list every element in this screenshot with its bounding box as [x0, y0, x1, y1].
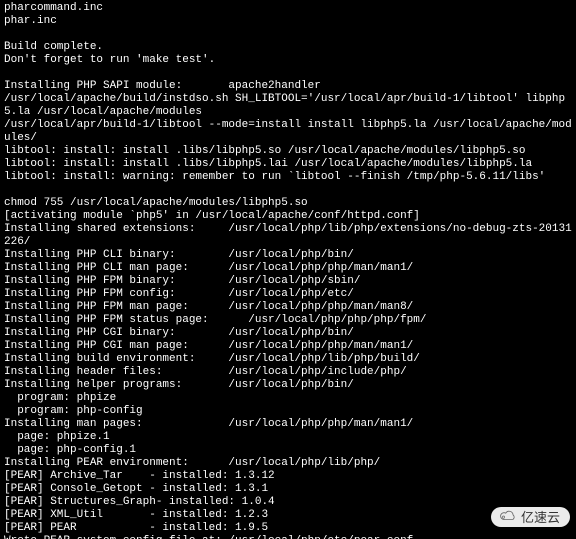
output-line: program: php-config — [4, 405, 143, 417]
watermark-badge: 亿速云 — [491, 507, 570, 527]
output-line: Installing man pages: /usr/local/php/php… — [4, 418, 413, 430]
output-line: [activating module `php5' in /usr/local/… — [4, 210, 420, 222]
output-line: [PEAR] XML_Util - installed: 1.2.3 — [4, 509, 268, 521]
output-line: Don't forget to run 'make test'. — [4, 54, 215, 66]
terminal-output[interactable]: pharcommand.inc phar.inc Build complete.… — [0, 0, 576, 539]
output-line: pharcommand.inc — [4, 2, 103, 14]
output-line: libtool: install: install .libs/libphp5.… — [4, 158, 532, 170]
output-line: Installing PHP CGI man page: /usr/local/… — [4, 340, 413, 352]
output-line: libtool: install: install .libs/libphp5.… — [4, 145, 526, 157]
output-line: Installing shared extensions: /usr/local… — [4, 223, 572, 248]
output-line: /usr/local/apr/build-1/libtool --mode=in… — [4, 119, 572, 144]
output-line: Installing build environment: /usr/local… — [4, 353, 420, 365]
output-line: Installing PHP FPM status page: /usr/loc… — [4, 314, 426, 326]
watermark-text: 亿速云 — [521, 511, 560, 524]
output-line: Installing PHP CLI man page: /usr/local/… — [4, 262, 413, 274]
output-line: [PEAR] PEAR - installed: 1.9.5 — [4, 522, 268, 534]
output-line: Installing PHP FPM config: /usr/local/ph… — [4, 288, 354, 300]
output-line: Wrote PEAR system config file at: /usr/l… — [4, 535, 413, 539]
output-line: Installing PHP CGI binary: /usr/local/ph… — [4, 327, 354, 339]
output-line: Build complete. — [4, 41, 103, 53]
output-line: Installing helper programs: /usr/local/p… — [4, 379, 354, 391]
output-line: page: php-config.1 — [4, 444, 136, 456]
output-line: libtool: install: warning: remember to r… — [4, 171, 545, 183]
output-line: /usr/local/apache/build/instdso.sh SH_LI… — [4, 93, 565, 118]
output-line: Installing PEAR environment: /usr/local/… — [4, 457, 380, 469]
output-line: program: phpize — [4, 392, 116, 404]
output-line: Installing PHP CLI binary: /usr/local/ph… — [4, 249, 354, 261]
output-line: Installing header files: /usr/local/php/… — [4, 366, 407, 378]
output-line: chmod 755 /usr/local/apache/modules/libp… — [4, 197, 308, 209]
output-line: Installing PHP FPM binary: /usr/local/ph… — [4, 275, 360, 287]
output-line: phar.inc — [4, 15, 57, 27]
output-line: [PEAR] Archive_Tar - installed: 1.3.12 — [4, 470, 275, 482]
output-line: Installing PHP FPM man page: /usr/local/… — [4, 301, 413, 313]
cloud-icon — [499, 510, 517, 524]
output-line: Installing PHP SAPI module: apache2handl… — [4, 80, 321, 92]
output-line: [PEAR] Console_Getopt - installed: 1.3.1 — [4, 483, 268, 495]
output-line: [PEAR] Structures_Graph- installed: 1.0.… — [4, 496, 275, 508]
output-line: page: phpize.1 — [4, 431, 110, 443]
